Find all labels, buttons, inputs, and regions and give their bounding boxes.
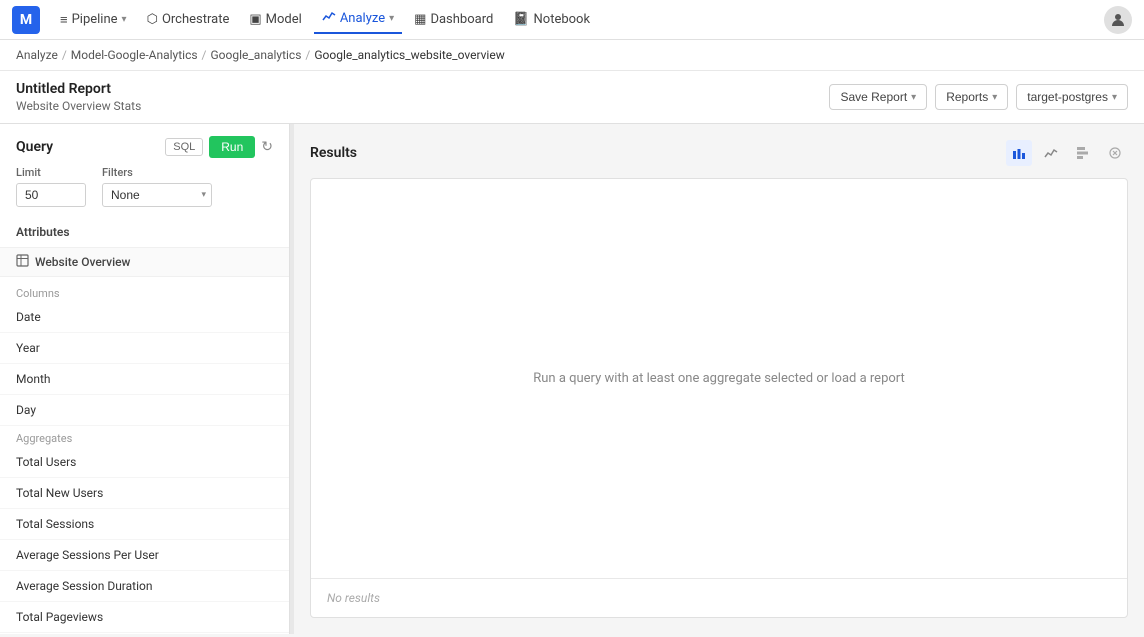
results-no-data: No results	[311, 578, 1127, 617]
report-actions: Save Report ▾ Reports ▾ target-postgres …	[829, 84, 1128, 110]
breadcrumb-analyze[interactable]: Analyze	[16, 48, 58, 62]
notebook-icon: 📓	[513, 12, 529, 27]
refresh-icon[interactable]: ↻	[261, 139, 273, 155]
list-item[interactable]: Total Sessions	[0, 509, 289, 540]
list-item[interactable]: Total Pageviews	[0, 602, 289, 633]
user-avatar[interactable]	[1104, 6, 1132, 34]
list-item[interactable]: Day	[0, 395, 289, 426]
nav-item-model[interactable]: ▣ Model	[241, 8, 309, 31]
chevron-down-icon: ▾	[1112, 92, 1117, 103]
breadcrumb-model[interactable]: Model-Google-Analytics	[71, 48, 198, 62]
attributes-section: Attributes Website Overview	[0, 217, 289, 281]
filters-label: Filters	[102, 166, 212, 179]
breadcrumb-current: Google_analytics_website_overview	[314, 48, 504, 62]
chevron-down-icon: ▾	[389, 13, 394, 24]
nav-item-orchestrate[interactable]: ⬡ Orchestrate	[139, 8, 238, 31]
bar-chart-icon[interactable]	[1006, 140, 1032, 166]
sql-button[interactable]: SQL	[165, 138, 203, 156]
results-empty-message: Run a query with at least one aggregate …	[311, 179, 1127, 578]
orchestrate-icon: ⬡	[147, 12, 158, 27]
nav-item-notebook[interactable]: 📓 Notebook	[505, 8, 598, 31]
dashboard-icon: ▦	[414, 12, 426, 27]
nav-item-analyze[interactable]: Analyze ▾	[314, 6, 402, 34]
table-icon	[16, 254, 29, 270]
reports-button[interactable]: Reports ▾	[935, 84, 1008, 110]
attributes-list: Columns Date Year Month Day Aggregates T…	[0, 281, 289, 634]
columns-label: Columns	[0, 281, 289, 302]
filters-select[interactable]: None Custom	[102, 183, 212, 207]
run-button[interactable]: Run	[209, 136, 255, 158]
model-icon: ▣	[249, 12, 261, 27]
breadcrumb: Analyze / Model-Google-Analytics / Googl…	[0, 40, 1144, 71]
pipeline-icon: ≡	[60, 12, 68, 28]
breadcrumb-sep-2: /	[202, 48, 207, 62]
nav-item-dashboard[interactable]: ▦ Dashboard	[406, 8, 501, 31]
query-panel: Query SQL Run ↻ Limit Filters None Custo…	[0, 124, 290, 634]
results-body: Run a query with at least one aggregate …	[310, 178, 1128, 618]
list-item[interactable]: Month	[0, 364, 289, 395]
app-logo[interactable]: M	[12, 6, 40, 34]
query-header: Query SQL Run ↻	[0, 124, 289, 166]
top-navigation: M ≡ Pipeline ▾ ⬡ Orchestrate ▣ Model Ana…	[0, 0, 1144, 40]
results-header: Results	[310, 140, 1128, 166]
chevron-down-icon: ▾	[122, 14, 127, 25]
breadcrumb-google-analytics[interactable]: Google_analytics	[211, 48, 302, 62]
list-item[interactable]: Average Sessions Per User	[0, 540, 289, 571]
breadcrumb-sep-1: /	[62, 48, 67, 62]
chevron-down-icon: ▾	[992, 92, 997, 103]
report-info: Untitled Report Website Overview Stats	[16, 81, 141, 113]
filters-control: Filters None Custom ▾	[102, 166, 212, 207]
attribute-group-header[interactable]: Website Overview	[0, 247, 289, 277]
query-title: Query	[16, 139, 53, 155]
attributes-title: Attributes	[0, 221, 289, 247]
aggregates-label: Aggregates	[0, 426, 289, 447]
limit-input[interactable]	[16, 183, 86, 207]
results-chart-icons	[1006, 140, 1128, 166]
chevron-down-icon: ▾	[911, 92, 916, 103]
analyze-icon	[322, 10, 336, 28]
filters-select-wrapper: None Custom ▾	[102, 183, 212, 207]
report-subtitle: Website Overview Stats	[16, 99, 141, 113]
nav-item-pipeline[interactable]: ≡ Pipeline ▾	[52, 8, 135, 32]
limit-control: Limit	[16, 166, 86, 207]
close-icon[interactable]	[1102, 140, 1128, 166]
list-item[interactable]: Total Users	[0, 447, 289, 478]
limit-label: Limit	[16, 166, 86, 179]
list-item[interactable]: Average Session Duration	[0, 571, 289, 602]
list-item[interactable]: Date	[0, 302, 289, 333]
list-item[interactable]: Total New Users	[0, 478, 289, 509]
list-item[interactable]: Year	[0, 333, 289, 364]
list-item[interactable]: Average Pageviews Per Session	[0, 633, 289, 634]
save-report-button[interactable]: Save Report ▾	[829, 84, 927, 110]
report-title: Untitled Report	[16, 81, 141, 97]
results-title: Results	[310, 145, 357, 161]
breadcrumb-sep-3: /	[305, 48, 310, 62]
attr-group-name: Website Overview	[35, 255, 130, 269]
target-selector[interactable]: target-postgres ▾	[1016, 84, 1128, 110]
query-actions: SQL Run ↻	[165, 136, 273, 158]
line-chart-icon[interactable]	[1038, 140, 1064, 166]
column-chart-icon[interactable]	[1070, 140, 1096, 166]
report-header: Untitled Report Website Overview Stats S…	[0, 71, 1144, 124]
main-content: Query SQL Run ↻ Limit Filters None Custo…	[0, 124, 1144, 634]
query-controls: Limit Filters None Custom ▾	[0, 166, 289, 217]
results-panel: Results	[294, 124, 1144, 634]
